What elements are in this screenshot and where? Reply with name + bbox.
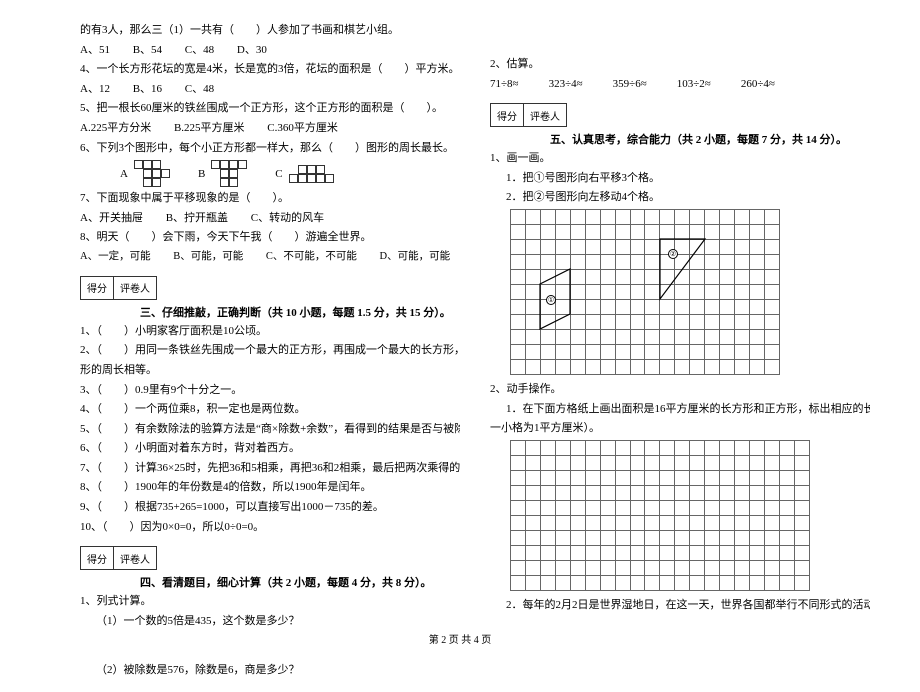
s3-4: 4、（ ）一个两位乘8，积一定也是两位数。	[80, 401, 460, 419]
q4: 4、一个长方形花坛的宽是4米，长是宽的3倍，花坛的面积是（ ）平方米。	[80, 61, 460, 79]
s3-6: 6、（ ）小明面对着东方时，背对着西方。	[80, 440, 460, 458]
s5-1a: 1．把①号图形向右平移3个格。	[490, 170, 870, 188]
left-column: 的有3人，那么三（1）一共有（ ）人参加了书画和棋艺小组。 A、51 B、54 …	[80, 20, 460, 682]
q3-opt-c: C、48	[185, 42, 214, 60]
q3-options: A、51 B、54 C、48 D、30	[80, 42, 460, 60]
q5-opt-a: A.225平方分米	[80, 120, 151, 138]
q8: 8、明天（ ）会下雨，今天下午我（ ）游遍全世界。	[80, 229, 460, 247]
q7-opt-b: B、拧开瓶盖	[166, 210, 228, 228]
score-label: 得分	[490, 103, 523, 127]
s4-2: 2、估算。	[490, 56, 870, 74]
q3-opt-d: D、30	[237, 42, 267, 60]
shape-b: B	[198, 160, 247, 187]
q7-options: A、开关抽屉 B、拧开瓶盖 C、转动的风车	[80, 210, 460, 228]
s3-5: 5、（ ）有余数除法的验算方法是“商×除数+余数”，看得到的结果是否与被除数相等…	[80, 421, 460, 439]
grader-label: 评卷人	[113, 276, 157, 300]
s3-7: 7、（ ）计算36×25时，先把36和5相乘，再把36和2相乘，最后把两次乘得的…	[80, 460, 460, 478]
section-4-title: 四、看清题目，细心计算（共 2 小题，每题 4 分，共 8 分）。	[140, 574, 460, 590]
grader-label: 评卷人	[113, 546, 157, 570]
q7-opt-c: C、转动的风车	[251, 210, 324, 228]
area-grid	[510, 440, 810, 591]
s5-1: 1、画一画。	[490, 150, 870, 168]
s5-2: 2、动手操作。	[490, 381, 870, 399]
s4-1b: （2）被除数是576，除数是6，商是多少？	[80, 662, 460, 680]
shape-a: A	[120, 160, 170, 187]
s3-2a: 2、（ ）用同一条铁丝先围成一个最大的正方形，再围成一个最大的长方形，长方形和正…	[80, 342, 460, 360]
shape-a-label: A	[120, 168, 128, 180]
translation-grid: ① ②	[510, 209, 780, 375]
grader-label: 评卷人	[523, 103, 567, 127]
s3-2b: 形的周长相等。	[80, 362, 460, 380]
q5: 5、把一根长60厘米的铁丝围成一个正方形，这个正方形的面积是（ ）。	[80, 100, 460, 118]
q8-options: A、一定，可能 B、可能，可能 C、不可能，不可能 D、可能，可能	[80, 249, 460, 266]
s3-10: 10、（ ）因为0×0=0，所以0÷0=0。	[80, 519, 460, 537]
est-2: 323÷4≈	[549, 76, 583, 94]
q8-opt-c: C、不可能，不可能	[266, 249, 357, 266]
s3-9: 9、（ ）根据735+265=1000，可以直接写出1000－735的差。	[80, 499, 460, 517]
score-box-4: 得分 评卷人	[80, 546, 460, 570]
s3-3: 3、（ ）0.9里有9个十分之一。	[80, 382, 460, 400]
s5-2a: 1．在下面方格纸上画出面积是16平方厘米的长方形和正方形，标出相应的长、宽或边长…	[490, 401, 870, 419]
q5-options: A.225平方分米 B.225平方厘米 C.360平方厘米	[80, 120, 460, 138]
s5-2b: 一小格为1平方厘米）。	[490, 420, 870, 438]
q8-opt-d: D、可能，可能	[380, 249, 451, 266]
score-label: 得分	[80, 546, 113, 570]
q7-opt-a: A、开关抽屉	[80, 210, 143, 228]
marker-1: ①	[546, 295, 556, 305]
q4-options: A、12 B、16 C、48	[80, 81, 460, 99]
section-3-title: 三、仔细推敲，正确判断（共 10 小题，每题 1.5 分，共 15 分）。	[140, 304, 460, 320]
marker-2: ②	[668, 249, 678, 259]
s5-1b: 2．把②号图形向左移动4个格。	[490, 189, 870, 207]
score-label: 得分	[80, 276, 113, 300]
shape-b-label: B	[198, 168, 205, 180]
s3-1: 1、（ ）小明家客厅面积是10公顷。	[80, 323, 460, 341]
est-3: 359÷6≈	[613, 76, 647, 94]
q5-opt-c: C.360平方厘米	[267, 120, 338, 138]
q4-opt-c: C、48	[185, 81, 214, 99]
q3-tail: 的有3人，那么三（1）一共有（ ）人参加了书画和棋艺小组。	[80, 22, 460, 40]
q7: 7、下面现象中属于平移现象的是（ ）。	[80, 190, 460, 208]
s5-2c: 2．每年的2月2日是世界湿地日，在这一天，世界各国都举行不同形式的活动来宣传保护…	[490, 597, 870, 615]
q4-opt-a: A、12	[80, 81, 110, 99]
est-1: 71÷8≈	[490, 76, 519, 94]
shape-c-label: C	[275, 168, 282, 180]
shape-2-poly	[510, 209, 780, 374]
q8-opt-b: B、可能，可能	[173, 249, 243, 266]
q3-opt-a: A、51	[80, 42, 110, 60]
q8-opt-a: A、一定，可能	[80, 249, 151, 266]
est-5: 260÷4≈	[741, 76, 775, 94]
score-box-5: 得分 评卷人	[490, 103, 870, 127]
q4-opt-b: B、16	[133, 81, 162, 99]
shape-c: C	[275, 165, 333, 183]
s4-1: 1、列式计算。	[80, 593, 460, 611]
page-footer: 第 2 页 共 4 页	[0, 631, 920, 646]
score-box-3: 得分 评卷人	[80, 276, 460, 300]
grid-table-2	[510, 440, 810, 591]
right-column: 2、估算。 71÷8≈ 323÷4≈ 359÷6≈ 103÷2≈ 260÷4≈ …	[490, 20, 870, 682]
q3-opt-b: B、54	[133, 42, 162, 60]
q5-opt-b: B.225平方厘米	[174, 120, 245, 138]
est-4: 103÷2≈	[677, 76, 711, 94]
estimate-row: 71÷8≈ 323÷4≈ 359÷6≈ 103÷2≈ 260÷4≈	[490, 76, 870, 94]
section-5-title: 五、认真思考，综合能力（共 2 小题，每题 7 分，共 14 分）。	[550, 131, 870, 147]
q6: 6、下列3个图形中，每个小正方形都一样大，那么（ ）图形的周长最长。	[80, 140, 460, 158]
s4-1a: （1）一个数的5倍是435，这个数是多少？	[80, 613, 460, 631]
q6-shapes: A B C	[120, 160, 460, 187]
s3-8: 8、（ ）1900年的年份数是4的倍数，所以1900年是闰年。	[80, 479, 460, 497]
